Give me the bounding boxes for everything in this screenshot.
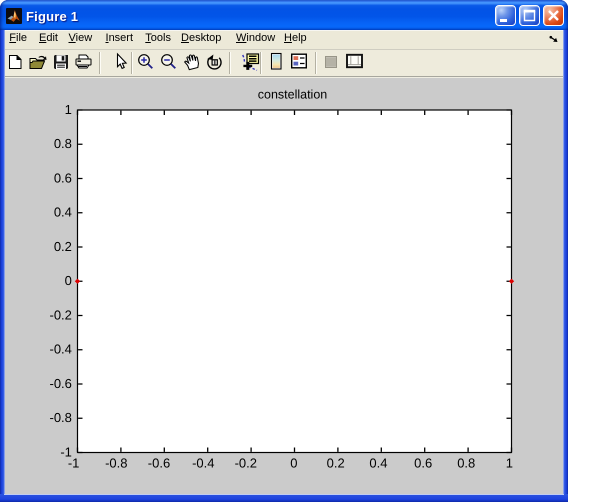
svg-text:constellation: constellation bbox=[258, 88, 328, 102]
svg-text:0: 0 bbox=[65, 273, 72, 288]
svg-text:-0.2: -0.2 bbox=[49, 307, 71, 322]
svg-text:0.2: 0.2 bbox=[327, 455, 345, 470]
svg-text:0.8: 0.8 bbox=[457, 455, 475, 470]
svg-text:0.6: 0.6 bbox=[54, 170, 72, 185]
svg-text:-0.6: -0.6 bbox=[148, 455, 170, 470]
svg-text:0.4: 0.4 bbox=[369, 455, 387, 470]
svg-text:0: 0 bbox=[290, 455, 297, 470]
svg-text:-0.6: -0.6 bbox=[49, 376, 71, 391]
svg-text:-0.8: -0.8 bbox=[49, 410, 71, 425]
svg-text:0.4: 0.4 bbox=[54, 205, 72, 220]
svg-text:-0.2: -0.2 bbox=[235, 455, 257, 470]
svg-text:0.6: 0.6 bbox=[414, 455, 432, 470]
svg-text:1: 1 bbox=[506, 455, 513, 470]
svg-text:1: 1 bbox=[65, 102, 72, 117]
svg-text:-0.4: -0.4 bbox=[49, 342, 71, 357]
svg-text:-0.8: -0.8 bbox=[105, 455, 127, 470]
svg-text:0.2: 0.2 bbox=[54, 239, 72, 254]
svg-text:-1: -1 bbox=[68, 455, 80, 470]
svg-text:0.8: 0.8 bbox=[54, 136, 72, 151]
svg-text:-0.4: -0.4 bbox=[192, 455, 214, 470]
